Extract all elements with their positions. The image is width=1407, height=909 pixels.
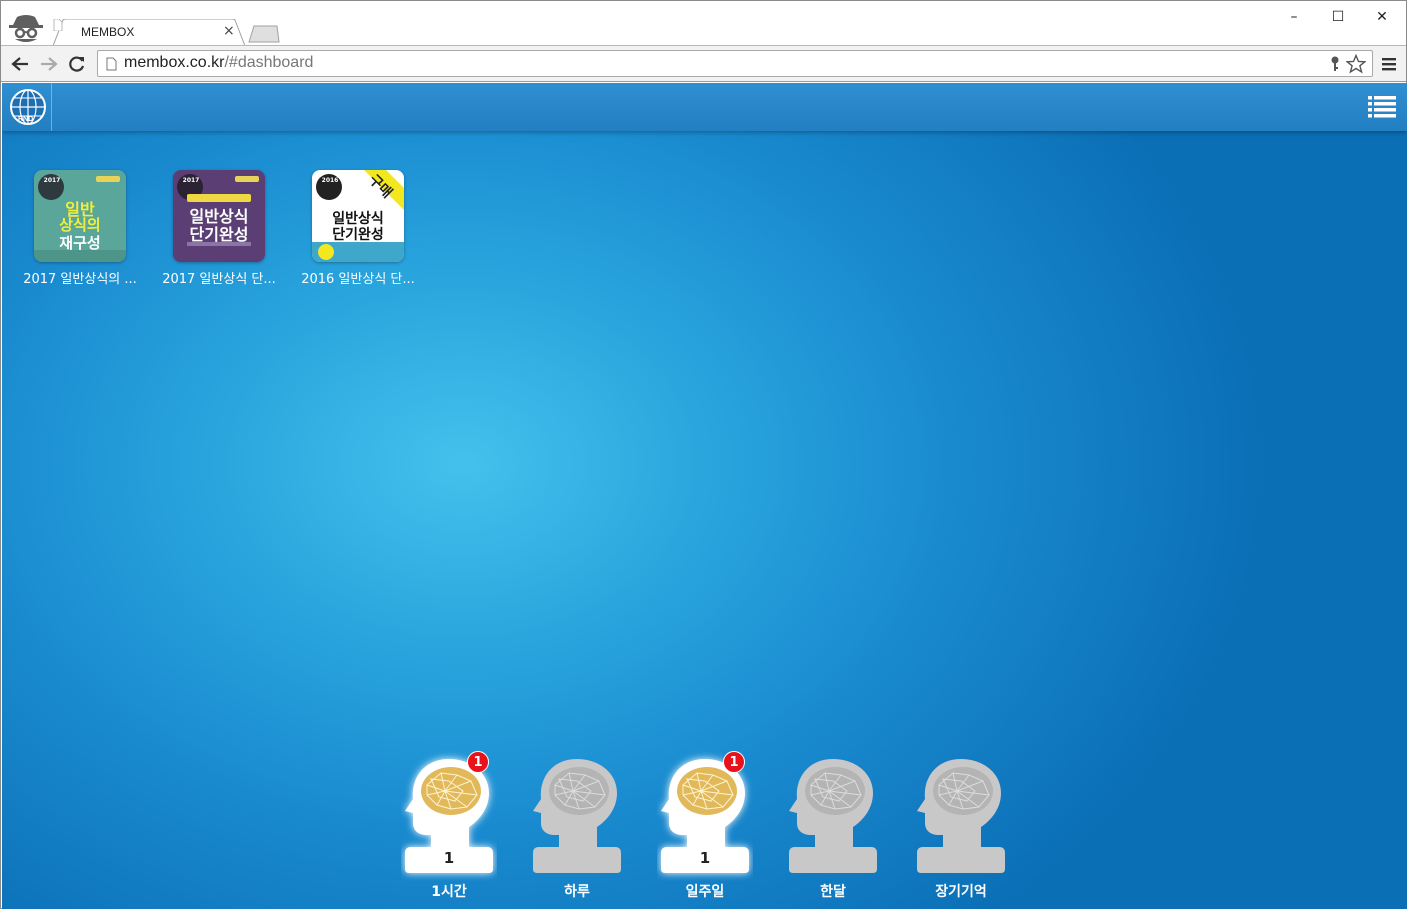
minimize-button[interactable]: – <box>1272 5 1316 29</box>
book-title: 2017 일반상식의 ... <box>23 272 137 287</box>
tab-title: MEMBOX <box>81 25 135 39</box>
page-favicon-icon <box>53 19 63 31</box>
browser-menu-icon[interactable] <box>1379 54 1399 74</box>
arrow-left-icon <box>11 57 28 71</box>
book-item[interactable]: 2017 일반상식 단기완성 2017 일반상식 단... <box>156 170 282 287</box>
new-tab-button[interactable] <box>247 25 281 43</box>
arrow-right-icon <box>41 57 58 71</box>
tab-close-icon[interactable]: × <box>223 23 235 39</box>
incognito-icon <box>9 15 43 42</box>
dashboard-page: RND 2017 일반 상식의 재구성 2017 일반상식의 ... 2017 … <box>2 83 1407 909</box>
notification-badge: 1 <box>723 751 745 773</box>
book-item[interactable]: 2016 구매 일반상식 단기완성 2016 일반상식 단... <box>295 170 421 287</box>
svg-text:RND: RND <box>18 116 33 123</box>
close-window-button[interactable]: ✕ <box>1360 5 1404 29</box>
memory-stage[interactable]: 장기기억 <box>913 751 1009 901</box>
book-cover[interactable]: 2017 일반상식 단기완성 <box>173 170 265 262</box>
memory-stage[interactable]: 한달 <box>785 751 881 901</box>
tab-strip: MEMBOX × – ☐ ✕ <box>1 1 1406 46</box>
list-menu-icon[interactable] <box>1368 95 1396 119</box>
stage-label: 일주일 <box>685 884 725 900</box>
book-cover[interactable]: 2017 일반 상식의 재구성 <box>34 170 126 262</box>
book-title: 2017 일반상식 단... <box>162 272 276 287</box>
memory-stage[interactable]: 1 일주일 1 <box>657 751 753 901</box>
head-silhouette-icon <box>917 759 1005 873</box>
stage-label: 한달 <box>820 884 846 900</box>
stage-count: 1 <box>699 849 711 867</box>
logo-container[interactable]: RND <box>2 83 52 131</box>
logo-globe-icon: RND <box>10 89 46 125</box>
head-silhouette-icon <box>789 759 877 873</box>
page-icon <box>106 57 117 71</box>
browser-toolbar: membox.co.kr/#dashboard <box>1 45 1406 82</box>
stage-label: 하루 <box>564 884 590 900</box>
book-title: 2016 일반상식 단... <box>301 272 415 287</box>
notification-badge: 1 <box>467 751 489 773</box>
stage-label: 1시간 <box>431 884 467 900</box>
memory-stage[interactable]: 1 1시간 1 <box>401 751 497 901</box>
stage-label: 장기기억 <box>935 884 987 900</box>
key-icon[interactable] <box>1330 56 1340 72</box>
reload-button[interactable] <box>65 52 89 76</box>
book-cover[interactable]: 2016 구매 일반상식 단기완성 <box>312 170 404 262</box>
bookmark-star-icon[interactable] <box>1346 54 1366 74</box>
memory-stage[interactable]: 하루 <box>529 751 625 901</box>
url-text: membox.co.kr/#dashboard <box>124 54 314 71</box>
head-silhouette-icon <box>533 759 621 873</box>
address-bar[interactable]: membox.co.kr/#dashboard <box>97 50 1373 77</box>
maximize-button[interactable]: ☐ <box>1316 5 1360 29</box>
book-item[interactable]: 2017 일반 상식의 재구성 2017 일반상식의 ... <box>17 170 143 287</box>
browser-window: MEMBOX × – ☐ ✕ membox.co.kr/#dashboard R… <box>0 0 1407 909</box>
reload-icon <box>69 56 85 72</box>
back-button[interactable] <box>8 52 32 76</box>
app-header: RND <box>2 83 1407 131</box>
forward-button[interactable] <box>37 52 61 76</box>
stage-count: 1 <box>443 849 455 867</box>
tab-membox[interactable]: MEMBOX × <box>53 19 245 46</box>
